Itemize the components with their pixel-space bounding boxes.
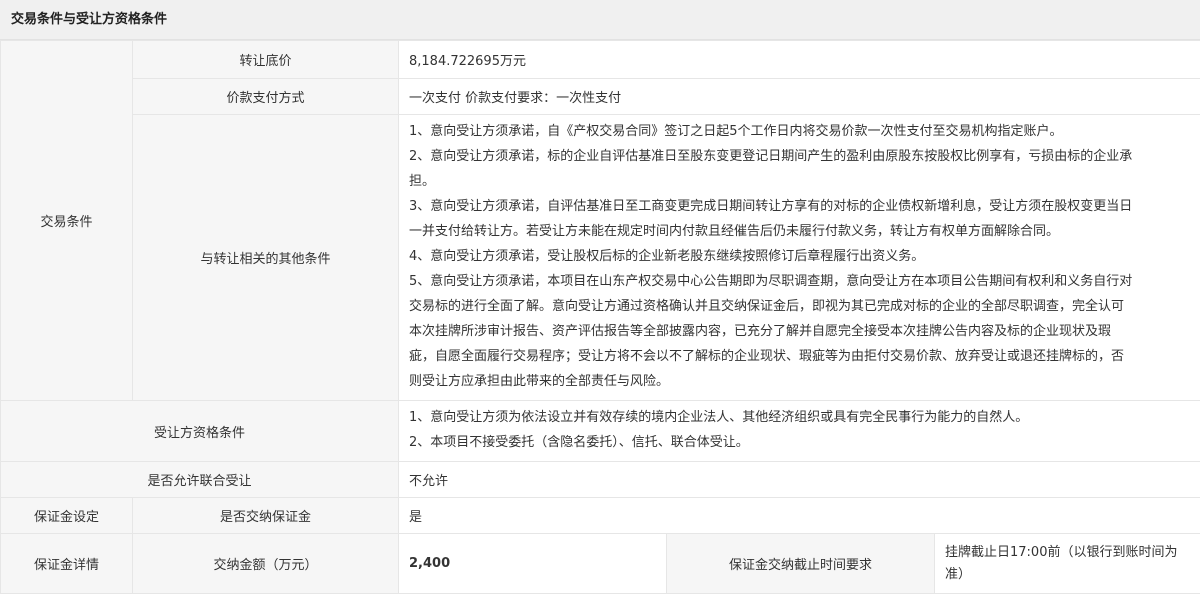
payment-method-value: 一次支付 价款支付要求：一次性支付 bbox=[399, 79, 1200, 115]
trade-conditions-group-label: 交易条件 bbox=[1, 41, 133, 401]
row-qualification: 受让方资格条件 1、意向受让方须为依法设立并有效存续的境内企业法人、其他经济组织… bbox=[1, 401, 1200, 462]
deposit-amount-label: 交纳金额（万元） bbox=[133, 534, 399, 594]
other-condition-line: 则受让方应承担由此带来的全部责任与风险。 bbox=[409, 369, 1192, 394]
deposit-amount-value: 2,400 bbox=[399, 534, 667, 594]
deposit-deadline-value: 挂牌截止日17:00前（以银行到账时间为准） bbox=[935, 534, 1200, 594]
section-title: 交易条件与受让方资格条件 bbox=[0, 0, 1200, 40]
other-condition-line: 一并支付给转让方。若受让方未能在规定时间内付款且经催告后仍未履行付款义务，转让方… bbox=[409, 219, 1192, 244]
deposit-required-label: 是否交纳保证金 bbox=[133, 498, 399, 534]
row-other-conditions: 与转让相关的其他条件 1、意向受让方须承诺，自《产权交易合同》签订之日起5个工作… bbox=[1, 115, 1200, 401]
qualification-line: 2、本项目不接受委托（含隐名委托）、信托、联合体受让。 bbox=[409, 430, 1192, 455]
other-condition-line: 本次挂牌所涉审计报告、资产评估报告等全部披露内容，已充分了解并自愿完全接受本次挂… bbox=[409, 319, 1192, 344]
qualification-value: 1、意向受让方须为依法设立并有效存续的境内企业法人、其他经济组织或具有完全民事行… bbox=[399, 401, 1200, 462]
other-condition-line: 3、意向受让方须承诺，自评估基准日至工商变更完成日期间转让方享有的对标的企业债权… bbox=[409, 194, 1192, 219]
joint-transfer-label: 是否允许联合受让 bbox=[1, 462, 399, 498]
deposit-setting-group-label: 保证金设定 bbox=[1, 498, 133, 534]
other-condition-line: 疵，自愿全面履行交易程序；受让方将不会以不了解标的企业现状、瑕疵等为由拒付交易价… bbox=[409, 344, 1192, 369]
other-condition-line: 5、意向受让方须承诺，本项目在山东产权交易中心公告期即为尽职调查期，意向受让方在… bbox=[409, 269, 1192, 294]
deposit-required-value: 是 bbox=[399, 498, 1200, 534]
row-joint-transfer: 是否允许联合受让 不允许 bbox=[1, 462, 1200, 498]
deposit-details-group-label: 保证金详情 bbox=[1, 534, 133, 594]
row-payment-method: 价款支付方式 一次支付 价款支付要求：一次性支付 bbox=[1, 79, 1200, 115]
transfer-price-label: 转让底价 bbox=[133, 41, 399, 79]
other-conditions-value: 1、意向受让方须承诺，自《产权交易合同》签订之日起5个工作日内将交易价款一次性支… bbox=[399, 115, 1200, 401]
row-transfer-price: 交易条件 转让底价 8,184.722695万元 bbox=[1, 41, 1200, 79]
other-condition-line: 4、意向受让方须承诺，受让股权后标的企业新老股东继续按照修订后章程履行出资义务。 bbox=[409, 244, 1192, 269]
transfer-price-value: 8,184.722695万元 bbox=[399, 41, 1200, 79]
deposit-deadline-label: 保证金交纳截止时间要求 bbox=[667, 534, 935, 594]
payment-method-label: 价款支付方式 bbox=[133, 79, 399, 115]
other-condition-line: 担。 bbox=[409, 169, 1192, 194]
trade-conditions-table: 交易条件 转让底价 8,184.722695万元 价款支付方式 一次支付 价款支… bbox=[0, 40, 1200, 594]
qualification-line: 1、意向受让方须为依法设立并有效存续的境内企业法人、其他经济组织或具有完全民事行… bbox=[409, 405, 1192, 430]
other-condition-line: 2、意向受让方须承诺，标的企业自评估基准日至股东变更登记日期间产生的盈利由原股东… bbox=[409, 144, 1192, 169]
row-deposit-details: 保证金详情 交纳金额（万元） 2,400 保证金交纳截止时间要求 挂牌截止日17… bbox=[1, 534, 1200, 594]
other-conditions-label: 与转让相关的其他条件 bbox=[133, 115, 399, 401]
joint-transfer-value: 不允许 bbox=[399, 462, 1200, 498]
other-condition-line: 交易标的进行全面了解。意向受让方通过资格确认并且交纳保证金后，即视为其已完成对标… bbox=[409, 294, 1192, 319]
other-condition-line: 1、意向受让方须承诺，自《产权交易合同》签订之日起5个工作日内将交易价款一次性支… bbox=[409, 119, 1192, 144]
row-deposit-setting: 保证金设定 是否交纳保证金 是 bbox=[1, 498, 1200, 534]
qualification-label: 受让方资格条件 bbox=[1, 401, 399, 462]
